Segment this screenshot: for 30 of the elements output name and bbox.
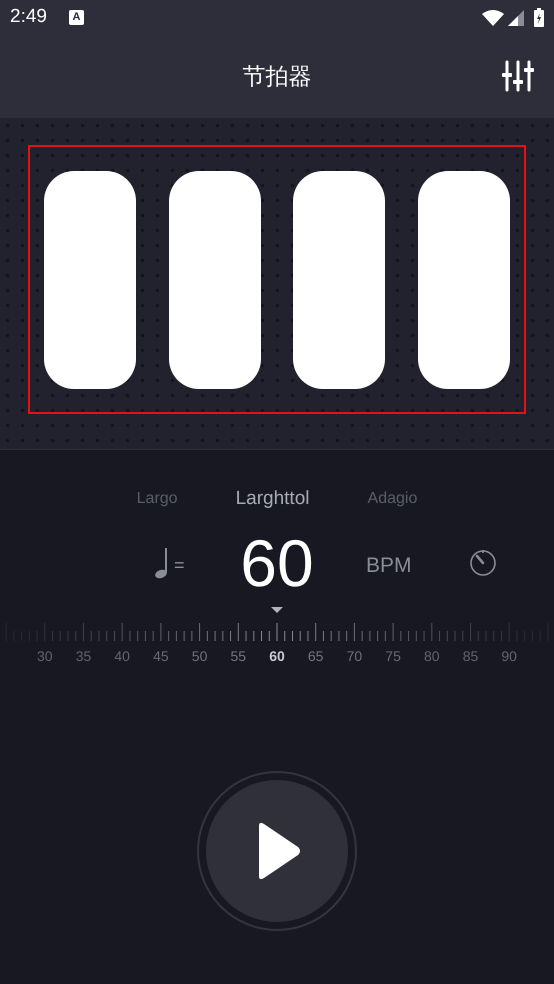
page-title: 节拍器 (242, 62, 312, 92)
ruler-label: 50 (190, 647, 208, 666)
ruler-label: 70 (346, 647, 364, 666)
tempo-name-tab[interactable]: Larghttol (236, 484, 310, 514)
bpm-unit: BPM (366, 553, 412, 579)
ruler-label: 40 (113, 647, 131, 666)
quarter-note-icon (153, 547, 169, 579)
ruler-label: 90 (500, 647, 518, 666)
battery-icon (534, 8, 544, 27)
pointer-icon (271, 607, 283, 613)
ruler-label: 35 (74, 647, 92, 666)
settings-icon[interactable] (502, 60, 534, 92)
wifi-icon (482, 10, 504, 26)
ruler-label: 85 (462, 647, 480, 666)
ruler-label: 75 (384, 647, 402, 666)
tempo-name-tab[interactable]: Largo (136, 487, 178, 511)
play-button[interactable] (206, 780, 348, 922)
ruler-label: 60 (268, 647, 286, 666)
timer-icon[interactable] (469, 549, 497, 577)
status-time: 2:49 (10, 5, 47, 30)
signal-icon (508, 10, 524, 26)
ruler-label: 65 (306, 647, 324, 666)
ruler-label: 30 (36, 647, 54, 666)
ruler-label: 45 (152, 647, 170, 666)
bpm-value: 60 (239, 525, 315, 602)
equals-sign: = (174, 554, 185, 577)
ruler-label: 80 (423, 647, 441, 666)
ruler-label: 55 (230, 647, 248, 666)
keyboard-badge: A (68, 10, 84, 25)
tempo-name-tab[interactable]: Adagio (368, 487, 418, 511)
